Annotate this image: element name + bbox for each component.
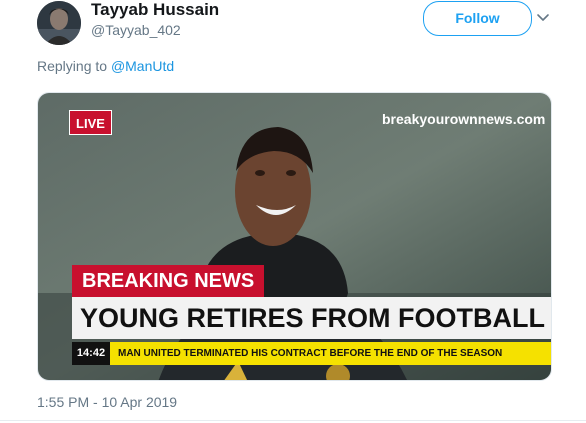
author-name[interactable]: Tayyab Hussain	[91, 0, 219, 20]
replying-to-prefix: Replying to	[37, 58, 108, 74]
divider	[0, 420, 586, 421]
news-ticker: MAN UNITED TERMINATED HIS CONTRACT BEFOR…	[110, 342, 551, 365]
replying-to: Replying to @ManUtd	[37, 58, 174, 74]
ticker-clock: 14:42	[72, 342, 110, 365]
avatar-image	[37, 1, 81, 45]
tweet-timestamp[interactable]: 1:55 PM - 10 Apr 2019	[37, 394, 177, 410]
follow-button[interactable]: Follow	[423, 1, 532, 36]
live-badge: LIVE	[69, 110, 112, 135]
avatar[interactable]	[37, 1, 81, 45]
tweet-media-image[interactable]: LIVE breakyourownnews.com BREAKING NEWS …	[37, 92, 552, 381]
author-handle[interactable]: @Tayyab_402	[91, 22, 181, 38]
breaking-news-label: BREAKING NEWS	[72, 265, 265, 297]
news-headline: YOUNG RETIRES FROM FOOTBALL	[72, 297, 551, 339]
reply-mention-link[interactable]: @ManUtd	[111, 58, 174, 74]
news-site-url: breakyourownnews.com	[382, 111, 546, 127]
chevron-down-icon[interactable]	[535, 10, 551, 26]
